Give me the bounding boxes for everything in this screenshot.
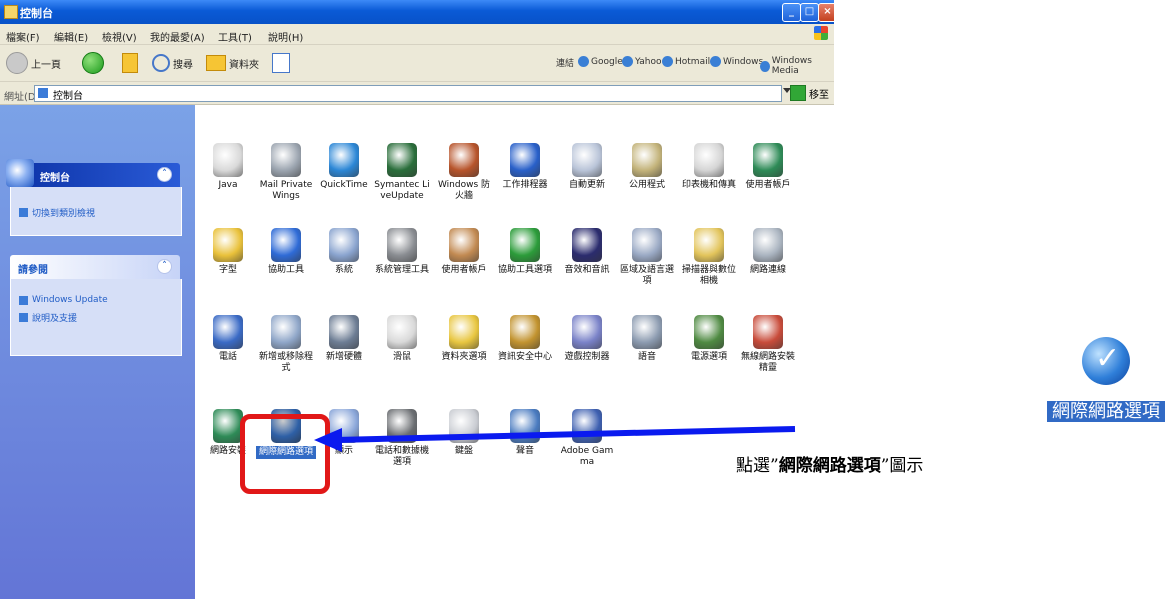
checkmark-icon: ✓ [1095,341,1121,376]
instruction-caption: 點選”網際網路選項”圖示 [736,456,924,476]
pointer-arrow [314,426,796,452]
zoomed-label: 網際網路選項 [1047,401,1165,422]
caption-emphasis: 網際網路選項 [778,456,881,476]
zoomed-internet-options-icon: ✓ 網際網路選項 [1047,335,1165,457]
